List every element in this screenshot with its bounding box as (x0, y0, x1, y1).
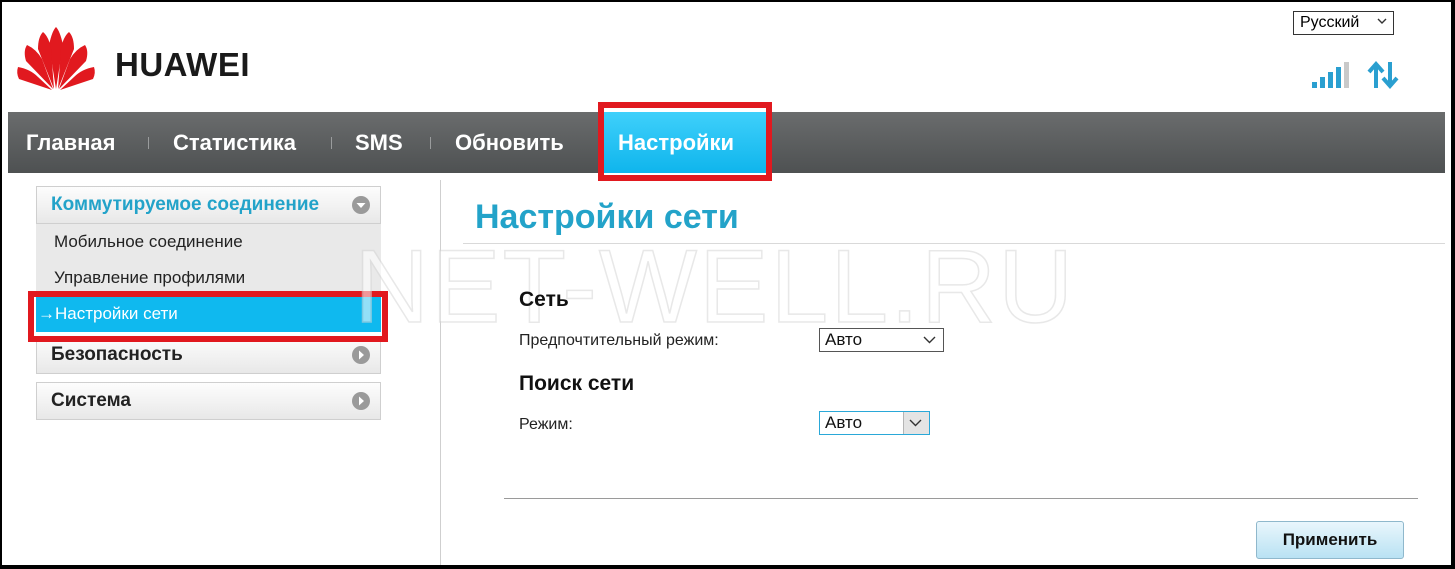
highlight-box-network-settings (28, 291, 388, 342)
circle-right-icon (352, 346, 370, 364)
search-mode-select[interactable]: Авто (819, 411, 930, 435)
language-select[interactable]: Русский (1293, 11, 1394, 35)
preferred-mode-value: Авто (825, 330, 863, 349)
search-mode-value: Авто (825, 413, 863, 432)
chevron-down-icon (923, 336, 936, 344)
sidebar-dialup-header[interactable]: Коммутируемое соединение (36, 186, 381, 224)
language-value: Русский (1300, 14, 1360, 31)
form-divider (504, 498, 1418, 499)
search-mode-label: Режим: (519, 416, 573, 433)
chevron-down-icon (909, 419, 922, 427)
brand-name: HUAWEI (115, 46, 250, 83)
circle-down-icon (352, 196, 370, 214)
preferred-mode-label: Предпочтительный режим: (519, 332, 719, 349)
nav-statistics[interactable]: Статистика (173, 112, 296, 173)
chevron-down-icon (1377, 18, 1387, 24)
section-network-search: Поиск сети (519, 372, 635, 395)
huawei-logo-icon (17, 27, 95, 90)
circle-right-icon (352, 392, 370, 410)
apply-button[interactable]: Применить (1256, 521, 1404, 559)
nav-update[interactable]: Обновить (455, 112, 564, 173)
section-network: Сеть (519, 288, 569, 311)
nav-separator (148, 137, 149, 149)
watermark: NET-WELL.RU (353, 228, 1076, 346)
sidebar-system[interactable]: Система (36, 382, 381, 420)
sidebar-item-mobile-connection[interactable]: Мобильное соединение (36, 224, 381, 260)
nav-separator (430, 137, 431, 149)
sidebar-system-label: Система (51, 390, 131, 411)
sidebar-security-label: Безопасность (51, 344, 183, 365)
signal-strength-icon (1312, 62, 1349, 88)
nav-sms[interactable]: SMS (355, 112, 403, 173)
highlight-box-settings (598, 102, 772, 181)
data-transfer-icon (1367, 60, 1399, 90)
router-web-ui: HUAWEI Русский Главная Статистика SMS Об… (2, 2, 1451, 565)
sidebar-dialup-label: Коммутируемое соединение (51, 194, 320, 215)
nav-home[interactable]: Главная (26, 112, 115, 173)
nav-separator (331, 137, 332, 149)
preferred-mode-select[interactable]: Авто (819, 328, 944, 352)
